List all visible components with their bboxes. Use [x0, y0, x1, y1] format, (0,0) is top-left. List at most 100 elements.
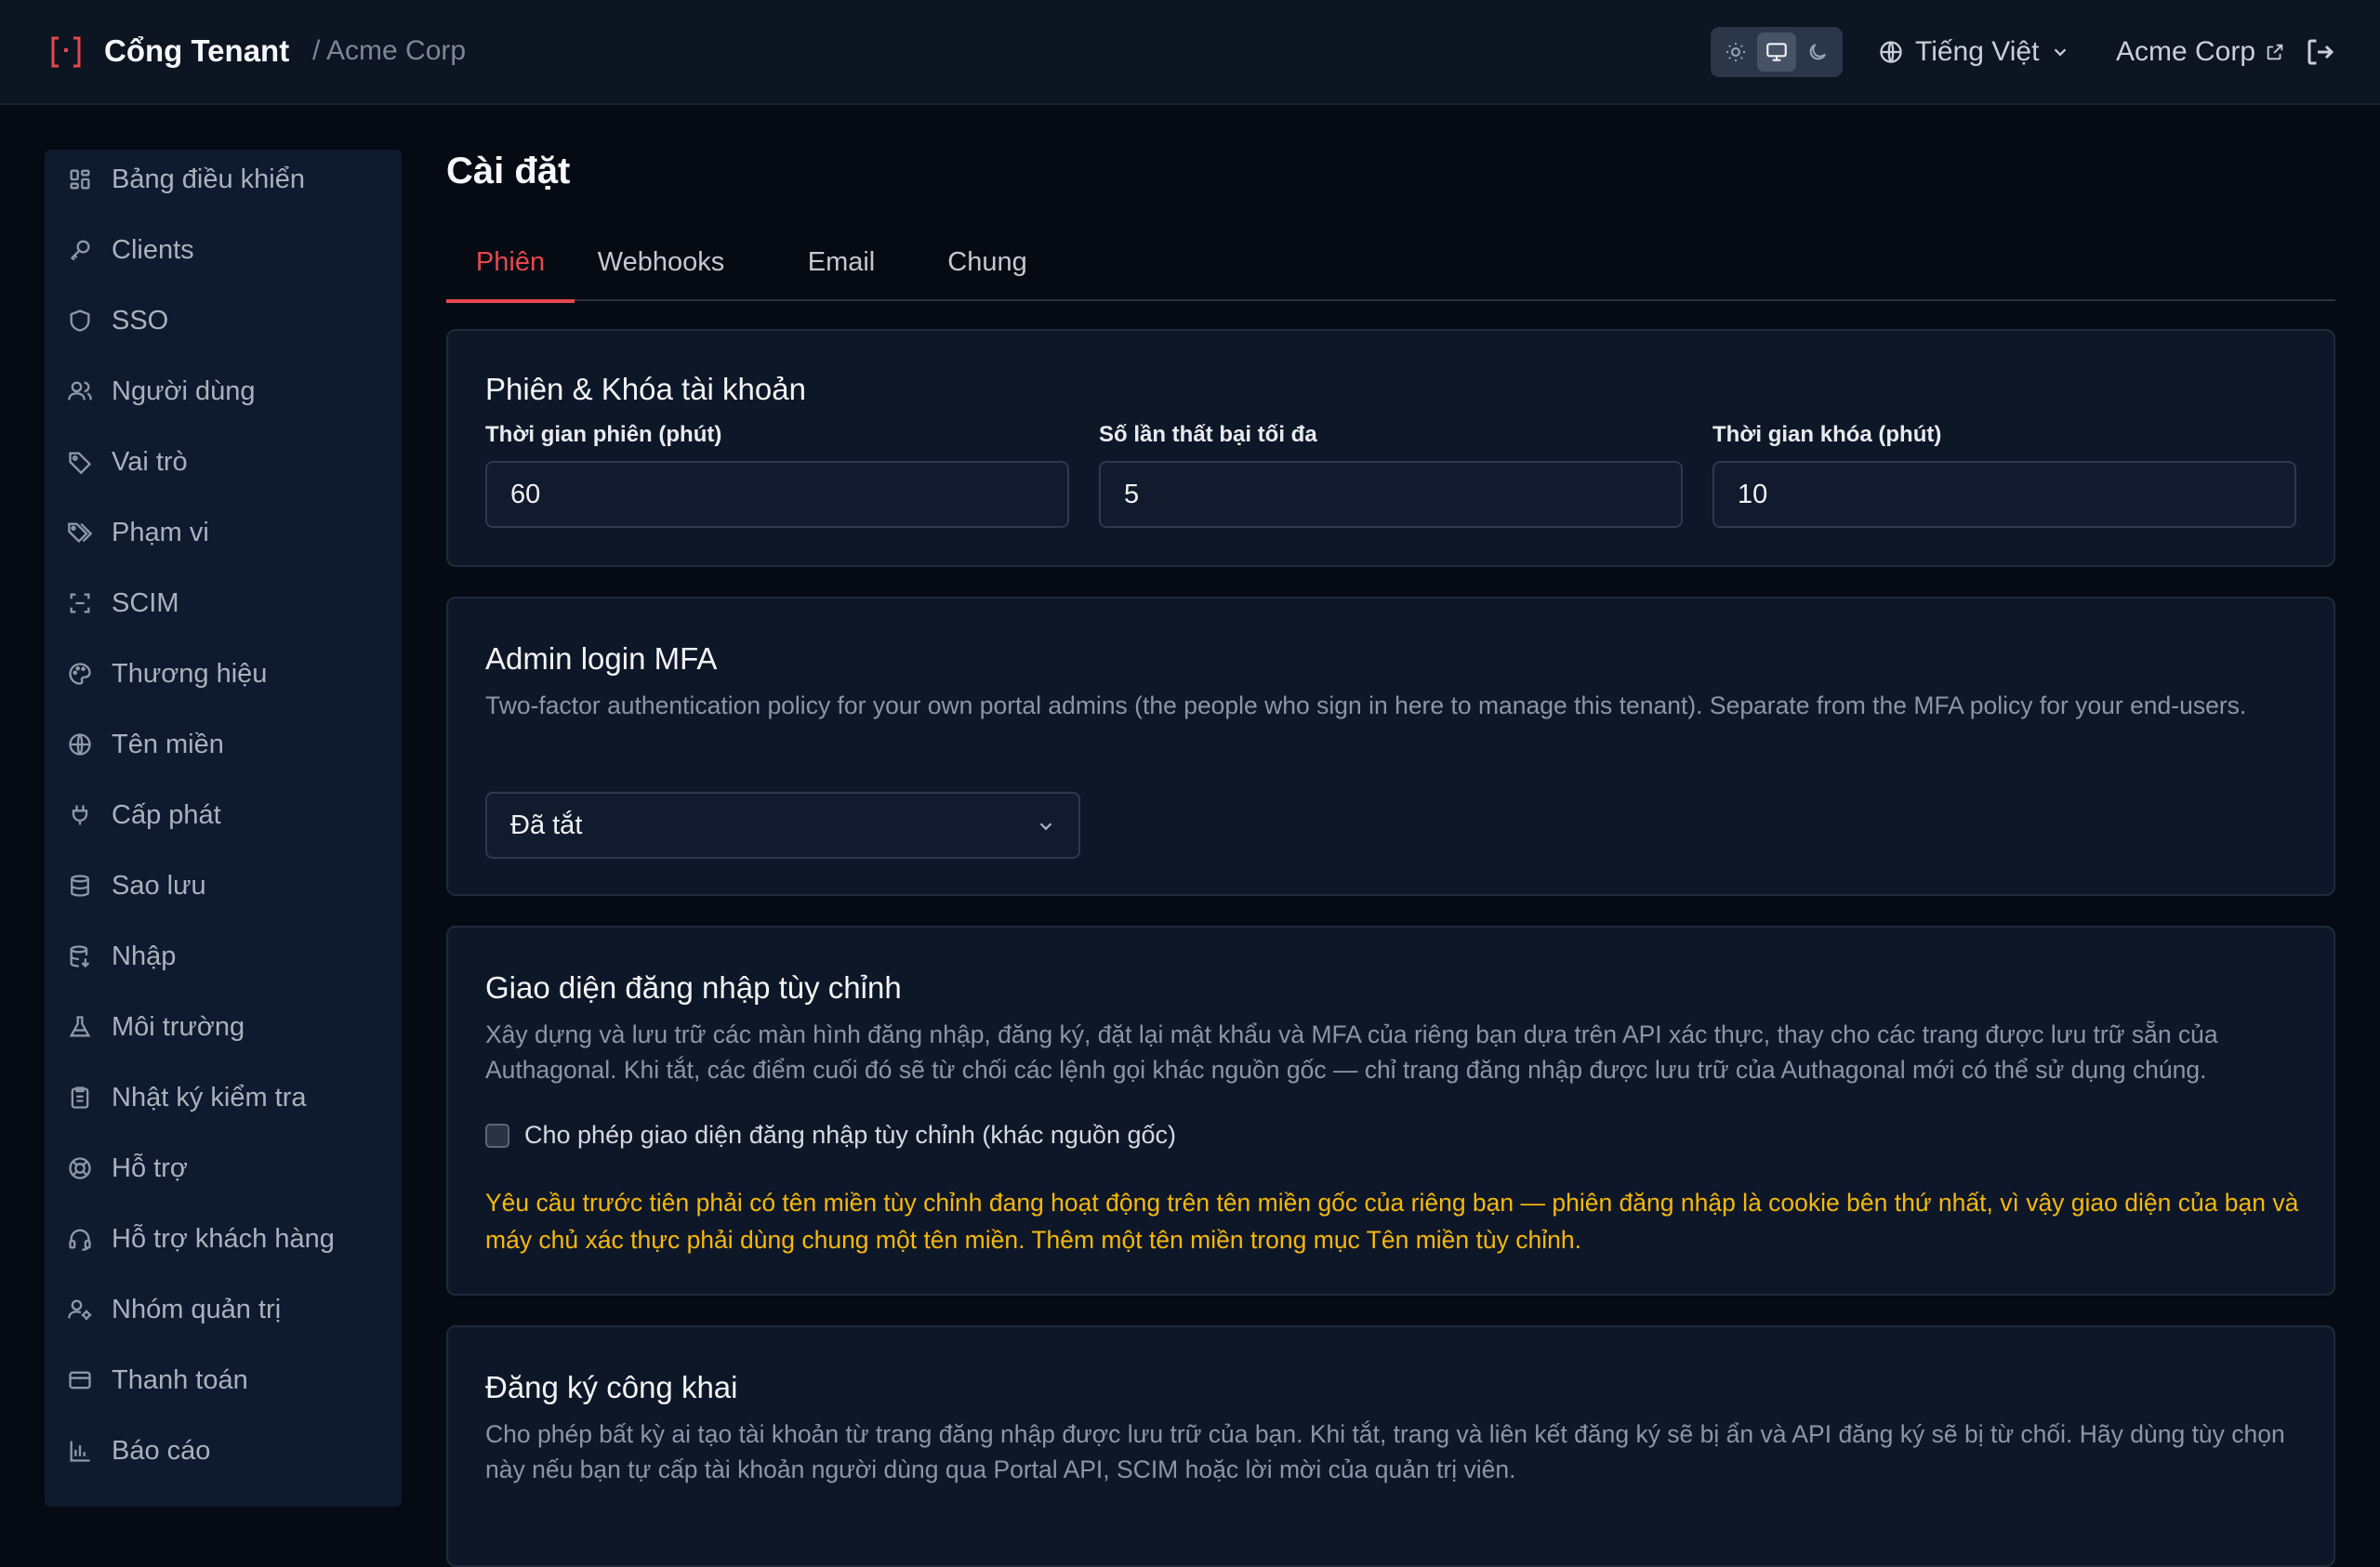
top-header: Cổng Tenant / Acme Corp Tiếng Việt Acme …: [0, 0, 2380, 105]
mfa-policy-select[interactable]: Đã tắt: [485, 792, 1080, 859]
plug-icon: [65, 800, 95, 830]
allow-custom-login-checkbox[interactable]: [485, 1123, 509, 1148]
sidebar-item-label: Môi trường: [112, 1011, 245, 1042]
database-import-icon: [65, 942, 95, 971]
tags-icon: [65, 518, 95, 547]
sidebar-item-label: Nhập: [112, 941, 177, 971]
theme-light-button[interactable]: [1716, 33, 1755, 72]
card-description: Cho phép bất kỳ ai tạo tài khoản từ tran…: [485, 1420, 2285, 1483]
sidebar-item-label: Thanh toán: [112, 1364, 248, 1395]
lifebuoy-icon: [65, 1153, 95, 1183]
card-description: Two-factor authentication policy for you…: [485, 691, 2247, 719]
brand-logo-icon: [51, 36, 81, 68]
sidebar-item-label: Người dùng: [112, 375, 256, 406]
max-failures-label: Số lần thất bại tối đa: [1099, 422, 1317, 447]
admin-mfa-card: Admin login MFA Two-factor authenticatio…: [446, 597, 2335, 896]
mfa-policy-value: Đã tắt: [510, 810, 583, 840]
bar-chart-icon: [65, 1436, 95, 1466]
sidebar-item-label: Hỗ trợ khách hàng: [112, 1223, 335, 1254]
sidebar-item-dashboard[interactable]: Bảng điều khiển: [45, 153, 402, 205]
sidebar-item-scopes[interactable]: Phạm vi: [45, 507, 402, 559]
sidebar-item-label: Vai trò: [112, 446, 188, 477]
sidebar-item-label: Nhật ký kiểm tra: [112, 1082, 307, 1113]
max-failures-input[interactable]: 5: [1099, 461, 1683, 528]
sidebar-item-backup[interactable]: Sao lưu: [45, 860, 402, 912]
tab-webhooks[interactable]: Webhooks: [597, 236, 725, 301]
palette-icon: [65, 659, 95, 689]
card-title: Đăng ký công khai: [485, 1370, 738, 1404]
breadcrumb: / Acme Corp: [312, 35, 467, 66]
session-lockout-card: Phiên & Khóa tài khoản Thời gian phiên (…: [446, 329, 2335, 567]
sidebar-item-reports[interactable]: Báo cáo: [45, 1425, 402, 1477]
chevron-down-icon: [2055, 48, 2067, 57]
page-title: Cài đặt: [446, 151, 571, 191]
sidebar-item-import[interactable]: Nhập: [45, 930, 402, 982]
headset-icon: [65, 1224, 95, 1254]
user-cog-icon: [65, 1295, 95, 1324]
sidebar-item-label: Sao lưu: [112, 870, 206, 901]
credit-card-icon: [65, 1365, 95, 1395]
card-title: Admin login MFA: [485, 641, 718, 676]
app-title[interactable]: Cổng Tenant: [104, 33, 289, 69]
sidebar-item-environments[interactable]: Môi trường: [45, 1001, 402, 1053]
sun-icon: [1726, 43, 1745, 61]
dashboard-icon: [65, 165, 95, 194]
sidebar-item-label: Bảng điều khiển: [112, 164, 305, 194]
sidebar-item-label: Nhóm quản trị: [112, 1294, 282, 1324]
theme-system-button[interactable]: [1757, 33, 1796, 72]
sidebar-item-billing[interactable]: Thanh toán: [45, 1354, 402, 1406]
custom-domain-warning: Yêu cầu trước tiên phải có tên miền tùy …: [485, 1189, 2299, 1254]
logout-icon[interactable]: [2304, 35, 2337, 69]
sidebar-item-sso[interactable]: SSO: [45, 295, 402, 347]
sidebar-item-label: Tên miền: [112, 729, 224, 759]
session-duration-label: Thời gian phiên (phút): [485, 422, 722, 447]
settings-tabs: Phiên Webhooks Email Chung: [446, 236, 2335, 303]
globe-icon: [65, 730, 95, 759]
sidebar: Bảng điều khiển Clients SSO Người dùng V…: [45, 150, 402, 1507]
sidebar-item-customer-support[interactable]: Hỗ trợ khách hàng: [45, 1213, 402, 1265]
sidebar-item-users[interactable]: Người dùng: [45, 365, 402, 417]
chevron-down-icon: [1039, 823, 1052, 831]
tab-session[interactable]: Phiên: [446, 236, 575, 303]
sidebar-item-admin-team[interactable]: Nhóm quản trị: [45, 1284, 402, 1336]
lockout-duration-input[interactable]: 10: [1712, 461, 2296, 528]
flask-icon: [65, 1012, 95, 1042]
sidebar-item-label: Phạm vi: [112, 517, 209, 547]
custom-login-ui-card: Giao diện đăng nhập tùy chỉnh Xây dựng v…: [446, 926, 2335, 1296]
sidebar-item-label: Báo cáo: [112, 1435, 211, 1466]
sidebar-item-branding[interactable]: Thương hiệu: [45, 648, 402, 700]
sidebar-item-label: Cấp phát: [112, 799, 221, 830]
card-title: Phiên & Khóa tài khoản: [485, 372, 806, 406]
language-label: Tiếng Việt: [1915, 36, 2040, 67]
sidebar-item-scim[interactable]: SCIM: [45, 577, 402, 629]
tag-icon: [65, 447, 95, 477]
shield-icon: [65, 306, 95, 336]
sidebar-item-audit-log[interactable]: Nhật ký kiểm tra: [45, 1072, 402, 1124]
theme-switcher: [1711, 27, 1843, 77]
sidebar-item-domains[interactable]: Tên miền: [45, 718, 402, 770]
sidebar-item-support[interactable]: Hỗ trợ: [45, 1142, 402, 1194]
sidebar-item-roles[interactable]: Vai trò: [45, 436, 402, 488]
sidebar-item-label: SCIM: [112, 587, 179, 618]
sidebar-item-label: Thương hiệu: [112, 658, 268, 689]
clipboard-list-icon: [65, 1083, 95, 1113]
sidebar-item-label: Hỗ trợ: [112, 1152, 188, 1183]
tab-email[interactable]: Email: [800, 236, 883, 301]
scan-icon: [65, 588, 95, 618]
session-duration-input[interactable]: 60: [485, 461, 1069, 528]
database-icon: [65, 871, 95, 901]
allow-custom-login-option[interactable]: Cho phép giao diện đăng nhập tùy chỉnh (…: [485, 1121, 1176, 1150]
external-link-icon: [2267, 44, 2283, 60]
sidebar-item-clients[interactable]: Clients: [45, 224, 402, 276]
sidebar-item-label: Clients: [112, 234, 194, 265]
tab-general[interactable]: Chung: [939, 236, 1036, 301]
tenant-external-link[interactable]: Acme Corp: [2116, 33, 2285, 71]
sidebar-item-provisioning[interactable]: Cấp phát: [45, 789, 402, 841]
key-icon: [65, 235, 95, 265]
language-selector[interactable]: Tiếng Việt: [1878, 33, 2070, 71]
monitor-icon: [1766, 43, 1787, 61]
tenant-link-label: Acme Corp: [2116, 36, 2256, 67]
theme-dark-button[interactable]: [1798, 33, 1837, 72]
globe-icon: [1880, 41, 1902, 63]
checkbox-label: Cho phép giao diện đăng nhập tùy chỉnh (…: [524, 1121, 1177, 1149]
